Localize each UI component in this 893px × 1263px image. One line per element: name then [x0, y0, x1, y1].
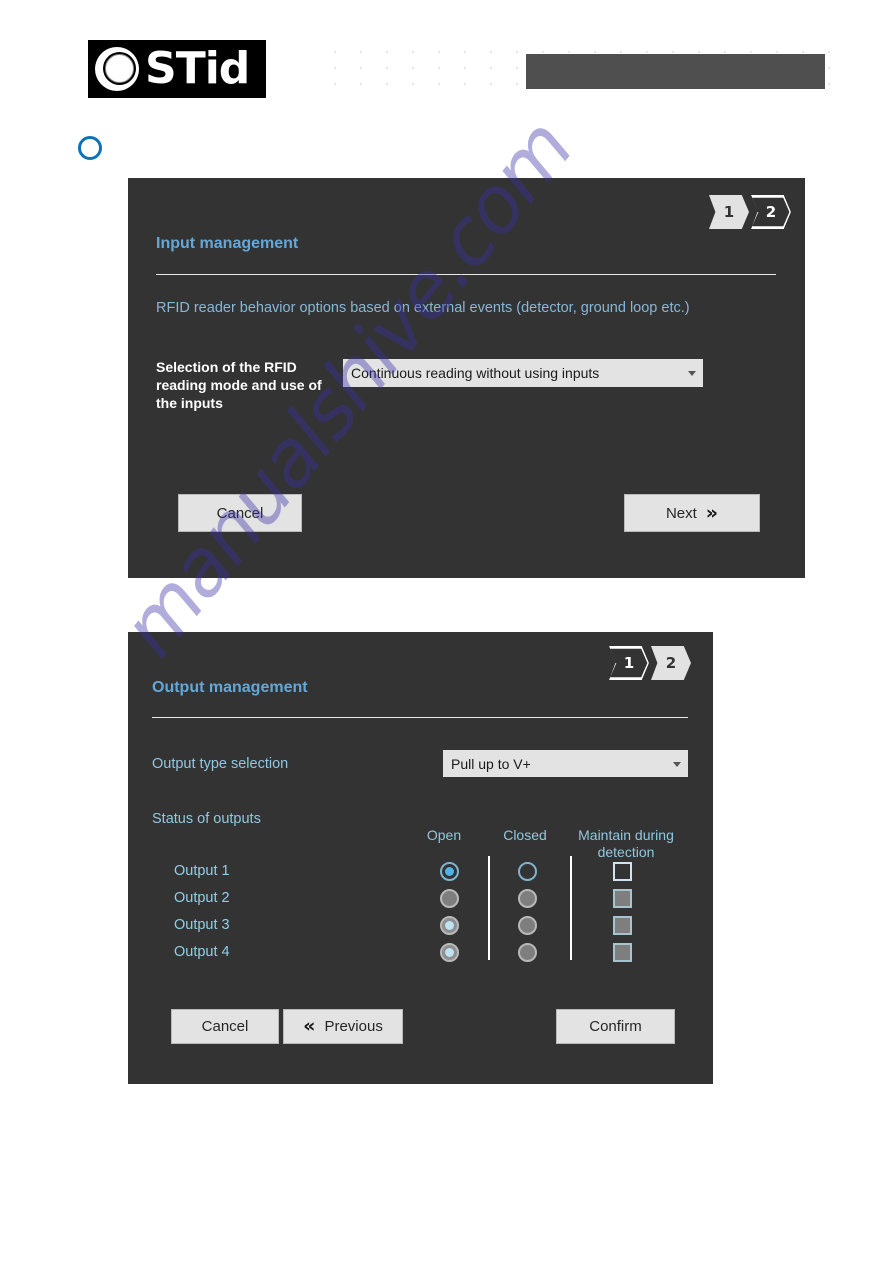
- double-chevron-right-icon: »: [705, 501, 719, 524]
- column-header-maintain-during-detection: Maintain during detection: [578, 827, 674, 860]
- chevron-down-icon: [673, 761, 681, 767]
- column-separator: [570, 856, 572, 960]
- cancel-button-label: Cancel: [201, 1018, 249, 1035]
- next-button[interactable]: Next »: [624, 494, 760, 532]
- row-label-output-2: Output 2: [174, 890, 230, 906]
- output-type-value: Pull up to V+: [451, 755, 531, 772]
- status-of-outputs-label: Status of outputs: [152, 811, 261, 827]
- radio-output-1-closed[interactable]: [518, 862, 537, 881]
- previous-button[interactable]: « Previous: [283, 1009, 403, 1044]
- radio-output-3-closed[interactable]: [518, 916, 537, 935]
- checkbox-output-2-maintain[interactable]: [613, 889, 632, 908]
- radio-output-2-open[interactable]: [440, 889, 459, 908]
- step-1[interactable]: 1: [609, 646, 649, 680]
- rfid-mode-label: Selection of the RFID reading mode and u…: [156, 359, 322, 411]
- step-2[interactable]: 2: [751, 195, 791, 229]
- radio-output-4-closed[interactable]: [518, 943, 537, 962]
- radio-output-4-open[interactable]: [440, 943, 459, 962]
- page-title: Input management: [156, 235, 299, 252]
- confirm-button-label: Confirm: [589, 1018, 642, 1035]
- next-button-label: Next: [665, 504, 697, 522]
- row-label-output-3: Output 3: [174, 917, 230, 933]
- row-label-output-4: Output 4: [174, 944, 230, 960]
- previous-button-label: Previous: [324, 1018, 383, 1035]
- page-title: Output management: [152, 679, 308, 696]
- cancel-button[interactable]: Cancel: [178, 494, 302, 532]
- bullet-marker-icon: [78, 136, 102, 160]
- radio-output-2-closed[interactable]: [518, 889, 537, 908]
- title-divider: [156, 274, 776, 275]
- radio-output-1-open[interactable]: [440, 862, 459, 881]
- output-type-dropdown[interactable]: Pull up to V+: [443, 750, 688, 777]
- document-header: STid: [0, 0, 893, 118]
- chevron-down-icon: [688, 371, 696, 376]
- output-management-dialog: 1 2 Output management Output type select…: [128, 632, 713, 1084]
- checkbox-output-3-maintain[interactable]: [613, 916, 632, 935]
- step-indicator: 1 2: [609, 646, 691, 680]
- rfid-mode-dropdown[interactable]: Continuous reading without using inputs: [343, 359, 703, 387]
- header-title-bar: [526, 54, 825, 89]
- column-header-closed: Closed: [503, 827, 547, 843]
- cancel-button[interactable]: Cancel: [171, 1009, 279, 1044]
- title-divider: [152, 717, 688, 718]
- stid-lens-logo-icon: [91, 43, 143, 95]
- logo-text: STid: [145, 43, 250, 94]
- step-indicator: 1 2: [709, 195, 791, 229]
- cancel-button-label: Cancel: [216, 504, 264, 522]
- double-chevron-left-icon: «: [303, 1015, 316, 1037]
- step-1[interactable]: 1: [709, 195, 749, 229]
- output-type-label: Output type selection: [152, 756, 289, 772]
- checkbox-output-4-maintain[interactable]: [613, 943, 632, 962]
- step-2[interactable]: 2: [651, 646, 691, 680]
- input-management-dialog: 1 2 Input management RFID reader behavio…: [128, 178, 805, 578]
- column-separator: [488, 856, 490, 960]
- stid-logo: STid: [88, 40, 266, 98]
- column-header-open: Open: [426, 827, 462, 843]
- row-label-output-1: Output 1: [174, 863, 230, 879]
- panel-description: RFID reader behavior options based on ex…: [156, 300, 690, 316]
- rfid-mode-value: Continuous reading without using inputs: [351, 365, 600, 381]
- checkbox-output-1-maintain[interactable]: [613, 862, 632, 881]
- radio-output-3-open[interactable]: [440, 916, 459, 935]
- confirm-button[interactable]: Confirm: [556, 1009, 675, 1044]
